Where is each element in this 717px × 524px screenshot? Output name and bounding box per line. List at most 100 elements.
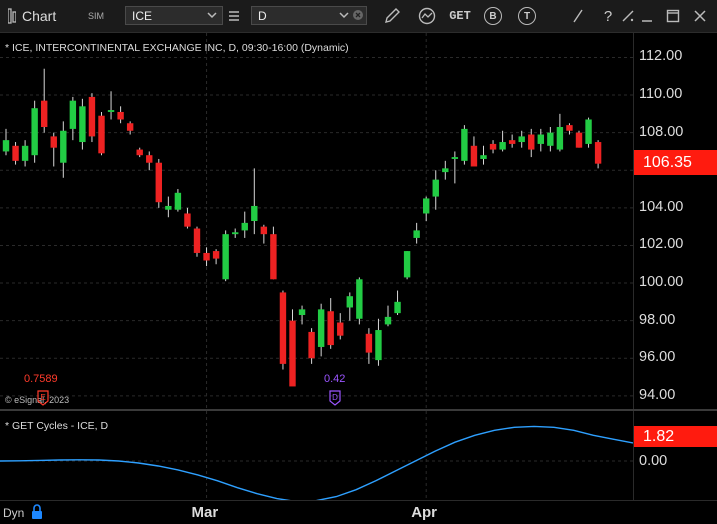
candle-body[interactable] bbox=[508, 140, 516, 144]
candle-body[interactable] bbox=[346, 296, 353, 308]
candle-body[interactable] bbox=[537, 134, 544, 144]
indicator-title: * GET Cycles - ICE, D bbox=[5, 420, 109, 432]
close-icon[interactable] bbox=[690, 6, 710, 26]
price-pane[interactable]: * ICE, INTERCONTINENTAL EXCHANGE INC, D,… bbox=[0, 33, 633, 409]
candle-body[interactable] bbox=[365, 333, 373, 353]
indicator-zero-label: 0.00 bbox=[639, 453, 668, 469]
candle-body[interactable] bbox=[107, 110, 115, 112]
t-button[interactable]: T bbox=[518, 6, 536, 26]
candle-body[interactable] bbox=[594, 142, 602, 164]
chevron-down-icon[interactable] bbox=[338, 9, 350, 21]
chart-icon[interactable] bbox=[8, 6, 16, 26]
candle-body[interactable] bbox=[528, 134, 535, 150]
chevron-down-icon[interactable] bbox=[206, 9, 218, 21]
candle-body[interactable] bbox=[50, 136, 57, 148]
candle-body[interactable] bbox=[2, 140, 10, 152]
get-button[interactable]: GET bbox=[449, 6, 471, 26]
candle-body[interactable] bbox=[308, 331, 315, 359]
candle-body[interactable] bbox=[423, 198, 430, 214]
clear-icon[interactable] bbox=[352, 9, 364, 21]
candle-body[interactable] bbox=[212, 251, 220, 259]
candle-body[interactable] bbox=[375, 330, 382, 361]
candle-body[interactable] bbox=[12, 145, 19, 161]
candle-body[interactable] bbox=[126, 123, 134, 131]
indicator-pane[interactable]: * GET Cycles - ICE, D bbox=[0, 411, 633, 500]
lock-icon[interactable] bbox=[30, 504, 44, 520]
dyn-label[interactable]: Dyn bbox=[3, 506, 24, 520]
candle-body[interactable] bbox=[117, 111, 124, 120]
candle-body[interactable] bbox=[270, 234, 277, 280]
candle-body[interactable] bbox=[165, 205, 172, 210]
candle-body[interactable] bbox=[155, 162, 162, 203]
price-axis[interactable]: 94.0096.0098.00100.00102.00104.00106.001… bbox=[633, 33, 717, 409]
candle-body[interactable] bbox=[394, 301, 401, 314]
candle-body[interactable] bbox=[413, 230, 420, 238]
candle-body[interactable] bbox=[98, 115, 105, 154]
link-icon[interactable] bbox=[618, 6, 638, 26]
candle-body[interactable] bbox=[79, 106, 86, 143]
candle-body[interactable] bbox=[146, 155, 153, 163]
price-tick-label: 102.00 bbox=[639, 236, 684, 253]
study-icon[interactable] bbox=[417, 6, 437, 26]
candle-body[interactable] bbox=[41, 100, 48, 127]
candle-body[interactable] bbox=[432, 179, 439, 197]
last-price-box: 106.35 bbox=[634, 150, 717, 175]
candle-body[interactable] bbox=[251, 205, 258, 221]
candle-body[interactable] bbox=[356, 279, 363, 319]
candle-body[interactable] bbox=[547, 132, 554, 146]
candle-body[interactable] bbox=[136, 149, 143, 156]
interval-value: D bbox=[258, 8, 267, 23]
last-price-value: 106.35 bbox=[643, 153, 692, 171]
maximize-icon[interactable] bbox=[663, 6, 683, 26]
menu-icon[interactable] bbox=[226, 6, 242, 26]
symbol-input[interactable]: ICE bbox=[125, 6, 223, 25]
pencil-icon[interactable] bbox=[382, 6, 402, 26]
marker-purple-icon[interactable]: D bbox=[329, 390, 343, 406]
candle-body[interactable] bbox=[461, 128, 468, 161]
candle-body[interactable] bbox=[489, 143, 497, 150]
time-axis[interactable]: Dyn Mar Apr bbox=[0, 500, 717, 524]
candle-body[interactable] bbox=[566, 125, 573, 131]
candle-body[interactable] bbox=[60, 130, 67, 163]
candle-body[interactable] bbox=[241, 222, 248, 231]
candle-body[interactable] bbox=[193, 228, 201, 253]
candle-body[interactable] bbox=[174, 192, 182, 210]
candle-body[interactable] bbox=[403, 251, 411, 278]
candle-body[interactable] bbox=[384, 316, 392, 325]
candle-body[interactable] bbox=[518, 136, 525, 143]
candle-body[interactable] bbox=[470, 145, 478, 167]
candle-body[interactable] bbox=[499, 142, 506, 150]
candle-body[interactable] bbox=[289, 320, 296, 387]
candle-body[interactable] bbox=[327, 311, 334, 346]
price-tick-label: 110.00 bbox=[639, 86, 683, 103]
candle-body[interactable] bbox=[556, 127, 564, 150]
help-button[interactable]: ? bbox=[601, 6, 615, 26]
candle-body[interactable] bbox=[585, 119, 592, 144]
candle-body[interactable] bbox=[298, 309, 306, 315]
candle-body[interactable] bbox=[451, 157, 459, 159]
interval-input[interactable]: D bbox=[251, 6, 367, 25]
candle-body[interactable] bbox=[279, 292, 287, 364]
candle-body[interactable] bbox=[21, 145, 29, 161]
candle-body[interactable] bbox=[480, 155, 487, 159]
candle-body[interactable] bbox=[222, 234, 229, 280]
marker-red-icon[interactable]: E bbox=[37, 390, 51, 406]
indicator-axis[interactable]: 1.82 0.00 bbox=[633, 411, 717, 500]
b-button[interactable]: B bbox=[484, 6, 502, 26]
price-chart[interactable] bbox=[0, 33, 633, 409]
candle-body[interactable] bbox=[31, 108, 38, 156]
candle-body[interactable] bbox=[260, 226, 268, 235]
candle-body[interactable] bbox=[232, 232, 239, 235]
candle-body[interactable] bbox=[317, 309, 325, 347]
candle-body[interactable] bbox=[88, 96, 96, 137]
candle-body[interactable] bbox=[203, 252, 210, 261]
cycle-line[interactable] bbox=[0, 425, 633, 500]
chart-glyph bbox=[8, 8, 16, 24]
candle-body[interactable] bbox=[184, 213, 191, 227]
slash-icon[interactable] bbox=[568, 6, 588, 26]
minimize-icon[interactable] bbox=[637, 6, 657, 26]
candle-body[interactable] bbox=[337, 322, 344, 336]
candle-body[interactable] bbox=[442, 168, 449, 173]
candle-body[interactable] bbox=[69, 100, 77, 129]
candle-body[interactable] bbox=[575, 132, 583, 148]
